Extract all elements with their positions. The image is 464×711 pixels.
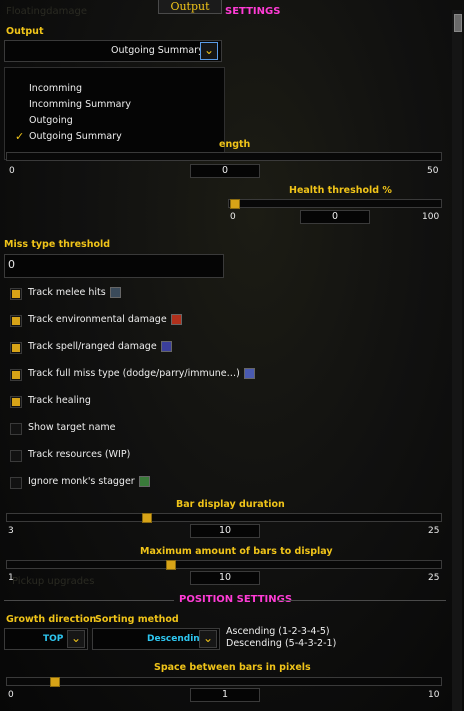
settings-header: SETTINGS xyxy=(225,6,281,17)
growth-direction-label: Growth direction xyxy=(6,614,97,625)
output-dropdown-list: Incomming Incomming Summary Outgoing ✓ O… xyxy=(4,67,225,160)
miss-type-threshold-label: Miss type threshold xyxy=(4,239,111,250)
stagger-icon xyxy=(138,476,150,487)
space-between-bars-value[interactable]: 1 xyxy=(190,688,260,702)
track-melee-hits-label: Track melee hits xyxy=(28,287,121,298)
bar-display-duration-thumb[interactable] xyxy=(142,513,153,523)
background-text-top: Floatingdamage xyxy=(6,6,88,17)
sorting-method-value: Descending xyxy=(147,634,207,644)
bar-display-duration-value[interactable]: 10 xyxy=(190,524,260,538)
track-environmental-damage-label: Track environmental damage xyxy=(28,314,182,325)
chevron-down-icon: ⌄ xyxy=(203,43,215,57)
checkbox-track-environmental-damage[interactable] xyxy=(10,315,22,327)
show-target-name-label: Show target name xyxy=(28,422,116,433)
max-bars-track[interactable] xyxy=(6,560,442,569)
checkbox-track-spell-ranged-damage[interactable] xyxy=(10,342,22,354)
dropdown-option-incomming[interactable]: Incomming xyxy=(29,83,82,94)
descending-hint: Descending (5-4-3-2-1) xyxy=(226,638,337,649)
checkbox-track-full-miss-type[interactable] xyxy=(10,369,22,381)
checkbox-track-melee-hits[interactable] xyxy=(10,288,22,300)
output-dropdown-button[interactable]: ⌄ xyxy=(200,42,218,60)
background-text-bottom: Pickup upgrades xyxy=(12,576,95,587)
output-select-value: Outgoing Summary xyxy=(111,45,204,56)
ascending-hint: Ascending (1-2-3-4-5) xyxy=(226,626,330,637)
checkmark-icon: ✓ xyxy=(15,130,25,143)
growth-direction-value: TOP xyxy=(43,634,64,644)
max-bars-label: Maximum amount of bars to display xyxy=(140,546,333,557)
growth-direction-dropdown-button[interactable]: ⌄ xyxy=(67,630,85,648)
bar-display-duration-label: Bar display duration xyxy=(176,499,285,510)
health-threshold-value[interactable]: 0 xyxy=(300,210,370,224)
position-header-line-left xyxy=(4,600,174,601)
checkbox-ignore-monks-stagger[interactable] xyxy=(10,477,22,489)
length-slider-max: 50 xyxy=(427,166,439,176)
length-slider-value[interactable]: 0 xyxy=(190,164,260,178)
position-header-line-right xyxy=(278,600,446,601)
track-healing-label: Track healing xyxy=(28,395,91,406)
sorting-method-dropdown-button[interactable]: ⌄ xyxy=(199,630,217,648)
max-bars-value[interactable]: 10 xyxy=(190,571,260,585)
space-between-bars-max: 10 xyxy=(428,690,440,700)
checkbox-track-resources[interactable] xyxy=(10,450,22,462)
miss-type-threshold-input[interactable]: 0 xyxy=(4,254,224,278)
space-between-bars-track[interactable] xyxy=(6,677,442,686)
chevron-down-icon: ⌄ xyxy=(202,631,214,645)
track-resources-label: Track resources (WIP) xyxy=(28,449,131,460)
chevron-down-icon: ⌄ xyxy=(70,631,82,645)
checkbox-track-healing[interactable] xyxy=(10,396,22,408)
dropdown-option-outgoing[interactable]: Outgoing xyxy=(29,115,73,126)
length-slider-label: ength xyxy=(219,139,251,150)
sorting-method-label: Sorting method xyxy=(95,614,179,625)
health-threshold-min: 0 xyxy=(230,212,236,222)
health-threshold-max: 100 xyxy=(422,212,440,222)
max-bars-max: 25 xyxy=(428,573,440,583)
window-title[interactable]: Output xyxy=(158,0,222,14)
scrollbar-track[interactable] xyxy=(452,10,462,711)
health-threshold-label: Health threshold % xyxy=(289,185,392,196)
arcane-icon xyxy=(160,341,172,352)
sword-icon xyxy=(109,287,121,298)
output-label: Output xyxy=(6,26,44,37)
checkbox-show-target-name[interactable] xyxy=(10,423,22,435)
length-slider-track[interactable] xyxy=(6,152,442,161)
length-slider-min: 0 xyxy=(9,166,15,176)
dropdown-option-incomming-summary[interactable]: Incomming Summary xyxy=(29,99,131,110)
track-spell-ranged-damage-label: Track spell/ranged damage xyxy=(28,341,172,352)
track-full-miss-type-label: Track full miss type (dodge/parry/immune… xyxy=(28,368,255,379)
ignore-monks-stagger-label: Ignore monk's stagger xyxy=(28,476,150,487)
health-threshold-track[interactable] xyxy=(228,199,442,208)
dropdown-option-outgoing-summary[interactable]: Outgoing Summary xyxy=(29,131,122,142)
max-bars-thumb[interactable] xyxy=(166,560,177,570)
space-between-bars-label: Space between bars in pixels xyxy=(154,662,311,673)
space-between-bars-thumb[interactable] xyxy=(50,677,61,687)
shadow-strike-icon xyxy=(243,368,255,379)
output-select[interactable]: Outgoing Summary xyxy=(4,40,222,62)
fire-icon xyxy=(170,314,182,325)
scrollbar-thumb[interactable] xyxy=(454,14,462,32)
space-between-bars-min: 0 xyxy=(8,690,14,700)
bar-display-duration-track[interactable] xyxy=(6,513,442,522)
max-bars-min: 1 xyxy=(8,573,14,583)
bar-display-duration-min: 3 xyxy=(8,526,14,536)
bar-display-duration-max: 25 xyxy=(428,526,440,536)
position-settings-header: POSITION SETTINGS xyxy=(179,594,293,605)
health-threshold-thumb[interactable] xyxy=(230,199,240,209)
